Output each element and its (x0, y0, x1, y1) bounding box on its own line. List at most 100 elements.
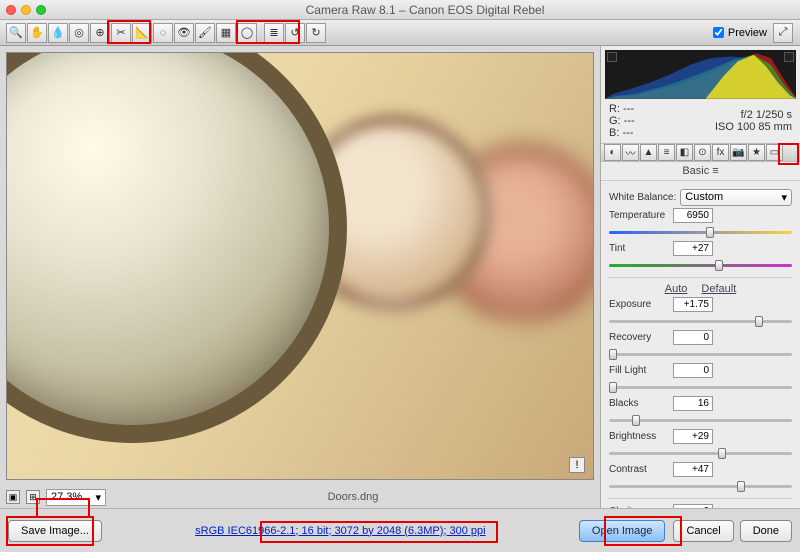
tint-slider[interactable] (609, 258, 792, 272)
window-title: Camera Raw 8.1 – Canon EOS Digital Rebel (56, 3, 794, 17)
recovery-value[interactable]: 0 (673, 330, 713, 345)
view-compare-icon[interactable]: ⊞ (26, 490, 40, 504)
titlebar: Camera Raw 8.1 – Canon EOS Digital Rebel (0, 0, 800, 20)
bottom-bar: Save Image... sRGB IEC61966-2.1; 16 bit;… (0, 508, 800, 552)
spot-removal-tool[interactable]: ◌ (153, 23, 173, 43)
wb-label: White Balance: (609, 192, 676, 203)
zoom-select[interactable]: 27.3% ▾ (46, 489, 106, 506)
blacks-slider[interactable] (609, 413, 792, 427)
zoom-tool[interactable]: 🔍 (6, 23, 26, 43)
panel-title: Basic≡ (601, 162, 800, 181)
panel-menu-icon[interactable]: ≡ (712, 165, 718, 177)
rotate-ccw-tool[interactable]: ↺ (285, 23, 305, 43)
wb-value: Custom (685, 191, 723, 203)
blacks-label: Blacks (609, 398, 669, 409)
meta-row: R: --- G: --- B: --- f/2 1/250 s ISO 100… (601, 103, 800, 143)
chevron-down-icon: ▾ (781, 191, 787, 204)
left-pane: ! ▣ ⊞ 27.3% ▾ Doors.dng (0, 46, 600, 508)
contrast-slider[interactable] (609, 479, 792, 493)
panel-tabs: ◐ 〰 ▲ ≡ ◧ ⊙ fx 📷 ★ ▭ (601, 143, 800, 162)
rgb-readout: R: --- G: --- B: --- (609, 103, 635, 139)
g-value: G: --- (609, 115, 635, 127)
exposure-label: Exposure (609, 299, 669, 310)
straighten-tool[interactable]: 📐 (132, 23, 152, 43)
view-single-icon[interactable]: ▣ (6, 490, 20, 504)
default-link[interactable]: Default (701, 283, 736, 295)
hsl-tab[interactable]: ≡ (658, 144, 675, 161)
right-pane: R: --- G: --- B: --- f/2 1/250 s ISO 100… (600, 46, 800, 508)
image-footer: ▣ ⊞ 27.3% ▾ Doors.dng (0, 486, 600, 508)
histogram[interactable] (605, 50, 796, 99)
done-button[interactable]: Done (740, 520, 792, 542)
filename-label: Doors.dng (112, 491, 594, 503)
highlight-clip-icon[interactable] (784, 52, 794, 62)
auto-link[interactable]: Auto (665, 283, 688, 295)
warning-icon[interactable]: ! (569, 457, 585, 473)
lens-tab[interactable]: ⊙ (694, 144, 711, 161)
zoom-value: 27.3% (51, 491, 82, 503)
recovery-label: Recovery (609, 332, 669, 343)
brightness-slider[interactable] (609, 446, 792, 460)
contrast-label: Contrast (609, 464, 669, 475)
brightness-value[interactable]: +29 (673, 429, 713, 444)
fullscreen-toggle[interactable]: ⤢ (773, 23, 793, 43)
toolbar: 🔍 ✋ 💧 ◎ ⊕ ✂ 📐 ◌ 👁 🖌 ▦ ◯ ≣ ↺ ↻ Preview ⤢ (0, 20, 800, 46)
main: ! ▣ ⊞ 27.3%▾ Doors.dng R: --- G: (0, 46, 800, 508)
exif-line2: ISO 100 85 mm (715, 121, 792, 133)
wb-select[interactable]: Custom ▾ (680, 189, 792, 206)
radial-filter-tool[interactable]: ◯ (237, 23, 257, 43)
preview-label: Preview (728, 27, 767, 39)
fill-slider[interactable] (609, 380, 792, 394)
redeye-tool[interactable]: 👁 (174, 23, 194, 43)
tint-value[interactable]: +27 (673, 241, 713, 256)
targeted-adjust-tool[interactable]: ⊕ (90, 23, 110, 43)
split-tab[interactable]: ◧ (676, 144, 693, 161)
adjust-brush-tool[interactable]: 🖌 (195, 23, 215, 43)
close-window-icon[interactable] (6, 5, 16, 15)
preview-toggle[interactable]: Preview (713, 27, 767, 39)
temperature-label: Temperature (609, 210, 669, 221)
calib-tab[interactable]: 📷 (730, 144, 747, 161)
curve-tab[interactable]: 〰 (622, 144, 639, 161)
graduated-filter-tool[interactable]: ▦ (216, 23, 236, 43)
basic-tab[interactable]: ◐ (604, 144, 621, 161)
zoom-window-icon[interactable] (36, 5, 46, 15)
preview-image[interactable]: ! (6, 52, 594, 480)
color-sampler-tool[interactable]: ◎ (69, 23, 89, 43)
fill-label: Fill Light (609, 365, 669, 376)
exposure-value[interactable]: +1.75 (673, 297, 713, 312)
image-content (6, 52, 347, 443)
window-controls (6, 5, 46, 15)
chevron-down-icon: ▾ (95, 491, 101, 504)
blacks-value[interactable]: 16 (673, 396, 713, 411)
b-value: B: --- (609, 127, 635, 139)
save-image-button[interactable]: Save Image... (8, 520, 102, 542)
recovery-slider[interactable] (609, 347, 792, 361)
preview-checkbox[interactable] (713, 27, 724, 38)
shadow-clip-icon[interactable] (607, 52, 617, 62)
r-value: R: --- (609, 103, 635, 115)
brightness-label: Brightness (609, 431, 669, 442)
detail-tab[interactable]: ▲ (640, 144, 657, 161)
rotate-cw-tool[interactable]: ↻ (306, 23, 326, 43)
cancel-button[interactable]: Cancel (673, 520, 733, 542)
presets-tab[interactable]: ★ (748, 144, 765, 161)
exif-readout: f/2 1/250 s ISO 100 85 mm (715, 109, 792, 133)
fx-tab[interactable]: fx (712, 144, 729, 161)
tint-label: Tint (609, 243, 669, 254)
temperature-value[interactable]: 6950 (673, 208, 713, 223)
crop-tool[interactable]: ✂ (111, 23, 131, 43)
wb-dropper-tool[interactable]: 💧 (48, 23, 68, 43)
minimize-window-icon[interactable] (21, 5, 31, 15)
open-image-button[interactable]: Open Image (579, 520, 666, 542)
exif-line1: f/2 1/250 s (715, 109, 792, 121)
exposure-slider[interactable] (609, 314, 792, 328)
snapshots-tab[interactable]: ▭ (766, 144, 783, 161)
workflow-link[interactable]: sRGB IEC61966-2.1; 16 bit; 3072 by 2048 … (195, 525, 485, 537)
fill-value[interactable]: 0 (673, 363, 713, 378)
contrast-value[interactable]: +47 (673, 462, 713, 477)
basic-panel: White Balance: Custom ▾ Temperature 6950 T… (601, 181, 800, 508)
hand-tool[interactable]: ✋ (27, 23, 47, 43)
temperature-slider[interactable] (609, 225, 792, 239)
prefs-tool[interactable]: ≣ (264, 23, 284, 43)
